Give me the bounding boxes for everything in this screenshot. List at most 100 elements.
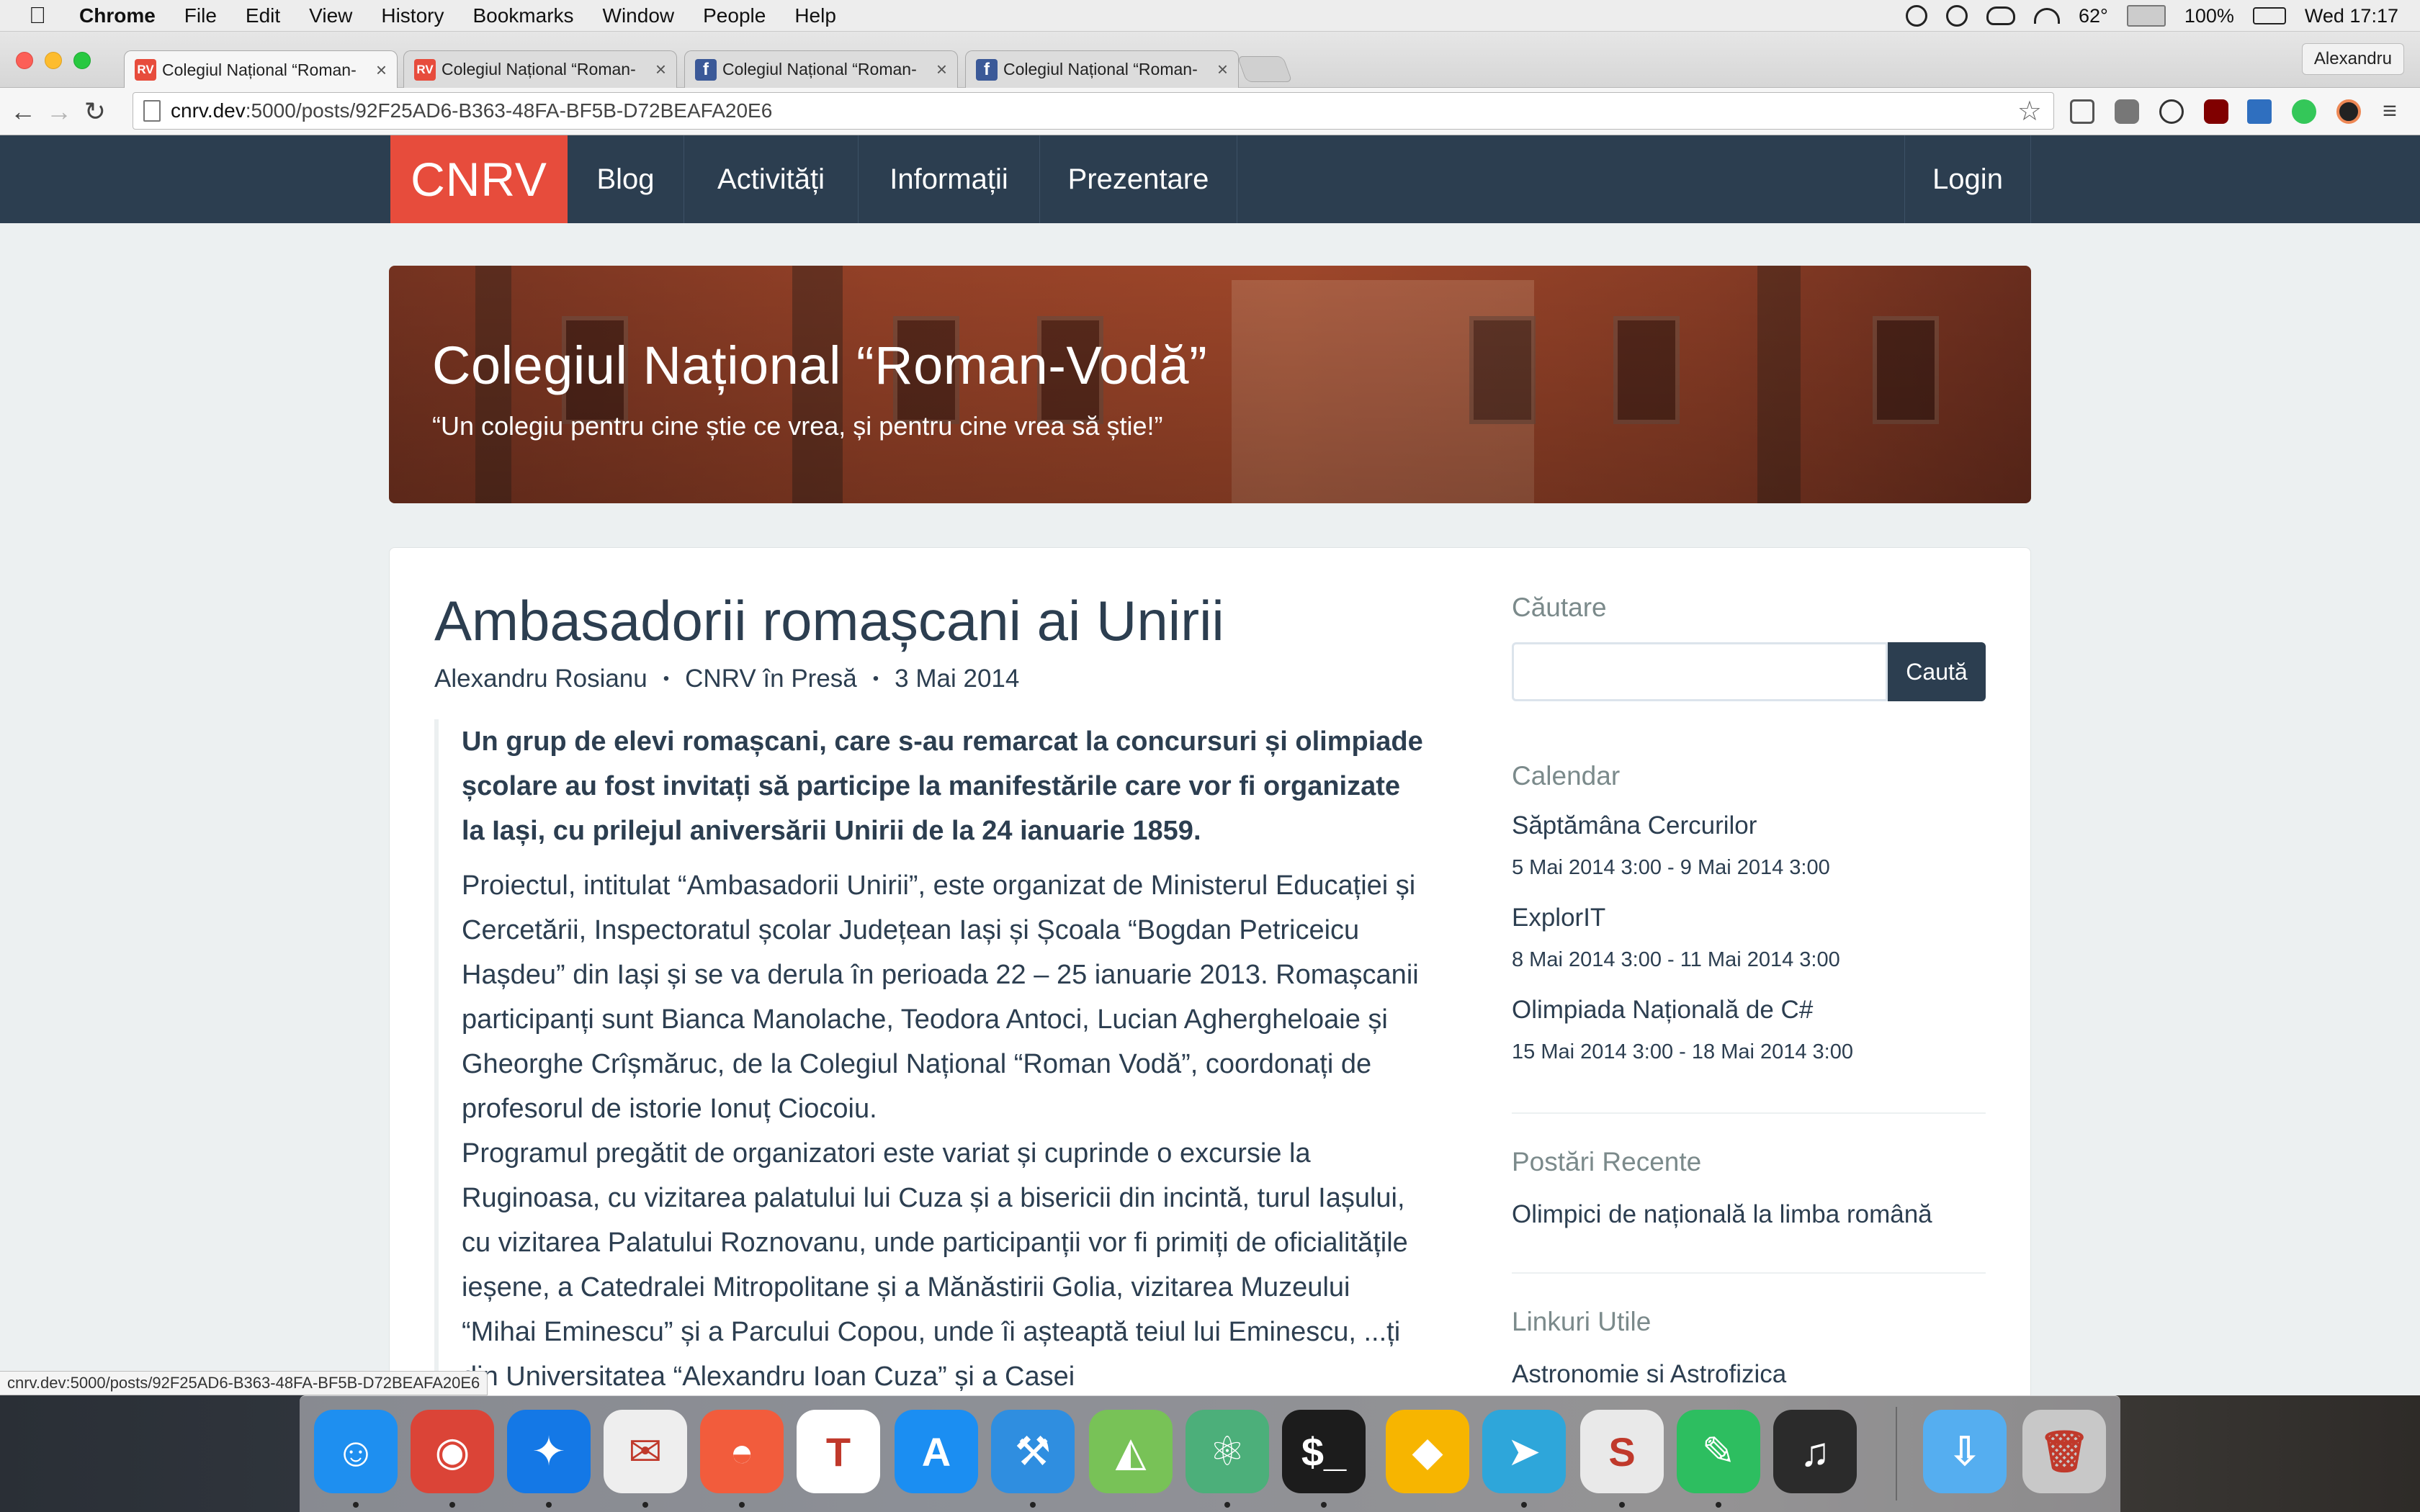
evernote-clipper-icon[interactable] <box>2115 99 2139 124</box>
browser-tab-4[interactable]: f Colegiul Național “Roman- × <box>965 50 1239 88</box>
dock-chrome-icon[interactable]: ◉ <box>411 1410 494 1493</box>
dock-safari-icon[interactable]: ✦ <box>507 1410 591 1493</box>
wifi-icon[interactable] <box>2033 8 2060 24</box>
battery-percent[interactable]: 100% <box>2184 5 2234 27</box>
page-icon <box>143 100 161 122</box>
address-bar[interactable]: cnrv.dev:5000/posts/92F25AD6-B363-48FA-B… <box>133 92 2054 130</box>
calendar-event-dates: 15 Mai 2014 3:00 - 18 Mai 2014 3:00 <box>1512 1040 1853 1063</box>
clock[interactable]: Wed 17:17 <box>2305 5 2398 27</box>
menu-history[interactable]: History <box>381 4 444 27</box>
battery-icon[interactable] <box>2252 7 2286 24</box>
dock-mail-icon[interactable]: ✉ <box>604 1410 687 1493</box>
search-button[interactable]: Caută <box>1888 642 1986 701</box>
sync-icon[interactable] <box>1905 5 1927 27</box>
ublock-icon[interactable] <box>2204 99 2228 124</box>
dock-sketch-icon[interactable]: ◆ <box>1386 1410 1469 1493</box>
meta-separator: • <box>663 669 670 688</box>
content-panel: Ambasadorii romașcani ai Unirii Alexandr… <box>389 547 2031 1411</box>
dock-downloads-icon[interactable]: ⇩ <box>1923 1410 2007 1493</box>
nav-informatii[interactable]: Informații <box>859 135 1040 223</box>
dock-terminal-icon[interactable]: $_ <box>1282 1410 1366 1493</box>
url-path: :5000/posts/92F25AD6-B363-48FA-BF5B-D72B… <box>245 99 773 122</box>
close-window-button[interactable] <box>16 52 33 69</box>
dock-music-icon[interactable]: ♫ <box>1773 1410 1857 1493</box>
display-icon[interactable] <box>2126 5 2166 27</box>
dock-atom-icon[interactable]: ⚛ <box>1186 1410 1269 1493</box>
zoom-window-button[interactable] <box>73 52 91 69</box>
pushbullet-icon[interactable] <box>2292 99 2316 124</box>
info-icon[interactable] <box>1945 5 1968 27</box>
calendar-event-title[interactable]: Olimpiada Națională de C# <box>1512 996 1813 1025</box>
dock-evernote-icon[interactable]: ✎ <box>1677 1410 1760 1493</box>
site-favicon-icon: RV <box>414 58 436 81</box>
nav-activitati[interactable]: Activități <box>684 135 859 223</box>
cloud-icon[interactable] <box>1986 6 2015 25</box>
search-input[interactable] <box>1512 642 1888 701</box>
nav-blog[interactable]: Blog <box>568 135 684 223</box>
dock-app-store-icon[interactable]: A <box>895 1410 978 1493</box>
dock-sunrise-icon[interactable]: ◓ <box>700 1410 784 1493</box>
reload-icon[interactable]: ↻ <box>82 96 108 126</box>
delicious-icon[interactable] <box>2247 99 2272 124</box>
site-brand[interactable]: CNRV <box>390 135 568 223</box>
post-date: 3 Mai 2014 <box>895 665 1020 693</box>
post-lead: Un grup de elevi romașcani, care s-au re… <box>462 726 1423 846</box>
menu-file[interactable]: File <box>184 4 217 27</box>
nav-prezentare[interactable]: Prezentare <box>1040 135 1237 223</box>
dock-telegram-icon[interactable]: ➤ <box>1482 1410 1566 1493</box>
dock-finder-icon[interactable]: ☺ <box>314 1410 398 1493</box>
menu-extras: 62° 100% Wed 17:17 <box>1905 0 2398 32</box>
chrome-menu-icon[interactable]: ≡ <box>2377 97 2403 125</box>
menu-help[interactable]: Help <box>794 4 836 27</box>
forward-arrow-icon[interactable]: → <box>46 96 72 126</box>
close-tab-icon[interactable]: × <box>655 58 666 81</box>
browser-tab-1[interactable]: RV Colegiul Național “Roman- × <box>124 50 398 89</box>
dock-slack-icon[interactable]: S <box>1580 1410 1664 1493</box>
minimize-window-button[interactable] <box>45 52 62 69</box>
back-arrow-icon[interactable]: ← <box>10 96 36 126</box>
search-heading: Căutare <box>1512 593 1607 622</box>
menu-view[interactable]: View <box>309 4 352 27</box>
menu-app-name[interactable]: Chrome <box>79 4 156 27</box>
site-favicon-icon: RV <box>135 59 156 81</box>
menu-people[interactable]: People <box>703 4 766 27</box>
post-author[interactable]: Alexandru Rosianu <box>434 665 647 693</box>
tab-title: Colegiul Național “Roman- <box>722 60 917 78</box>
dock-todoist-icon[interactable]: T <box>797 1410 880 1493</box>
close-tab-icon[interactable]: × <box>936 58 947 81</box>
dock-android-studio-icon[interactable]: ◭ <box>1089 1410 1173 1493</box>
calendar-event-dates: 5 Mai 2014 3:00 - 9 Mai 2014 3:00 <box>1512 856 1830 879</box>
browser-toolbar: ← → ↻ cnrv.dev:5000/posts/92F25AD6-B363-… <box>0 88 2420 135</box>
post-paragraph: Proiectul, intitulat “Ambasadorii Unirii… <box>462 870 1419 1124</box>
menu-bookmarks[interactable]: Bookmarks <box>472 4 573 27</box>
useful-link[interactable]: Astronomie si Astrofizica <box>1512 1360 1786 1389</box>
dock-running-indicator <box>353 1502 359 1508</box>
nav-login[interactable]: Login <box>1904 135 2031 223</box>
menu-bar:  Chrome File Edit View History Bookmark… <box>0 0 2420 32</box>
dock-separator <box>1896 1407 1897 1500</box>
apple-icon[interactable]:  <box>29 2 50 29</box>
close-tab-icon[interactable]: × <box>376 59 387 81</box>
calendar-event-title[interactable]: Săptămâna Cercurilor <box>1512 811 1757 840</box>
facebook-favicon-icon: f <box>976 58 998 81</box>
menu-edit[interactable]: Edit <box>246 4 280 27</box>
calendar-heading: Calendar <box>1512 761 1621 791</box>
tab-title: Colegiul Național “Roman- <box>442 60 636 78</box>
profile-button[interactable]: Alexandru <box>2301 43 2404 75</box>
recent-post-link[interactable]: Olimpici de națională la limba română <box>1512 1200 1932 1229</box>
browser-tab-3[interactable]: f Colegiul Național “Roman- × <box>684 50 958 88</box>
browser-tab-2[interactable]: RV Colegiul Național “Roman- × <box>403 50 677 88</box>
dock-xcode-icon[interactable]: ⚒ <box>991 1410 1075 1493</box>
calendar-event-title[interactable]: ExplorIT <box>1512 904 1605 932</box>
bookmark-star-icon[interactable]: ☆ <box>2017 95 2042 127</box>
dock-trash-icon[interactable]: 🗑 <box>2022 1410 2106 1493</box>
chromecast-icon[interactable] <box>2336 99 2361 124</box>
pocket-icon[interactable] <box>2070 99 2094 124</box>
post-paragraph: Programul pregătit de organizatori este … <box>462 1138 1408 1392</box>
onepassword-icon[interactable] <box>2159 99 2184 124</box>
post-category[interactable]: CNRV în Presă <box>685 665 857 693</box>
menu-window[interactable]: Window <box>603 4 675 27</box>
temperature[interactable]: 62° <box>2079 5 2108 27</box>
close-tab-icon[interactable]: × <box>1217 58 1228 81</box>
new-tab-button[interactable] <box>1237 56 1293 82</box>
